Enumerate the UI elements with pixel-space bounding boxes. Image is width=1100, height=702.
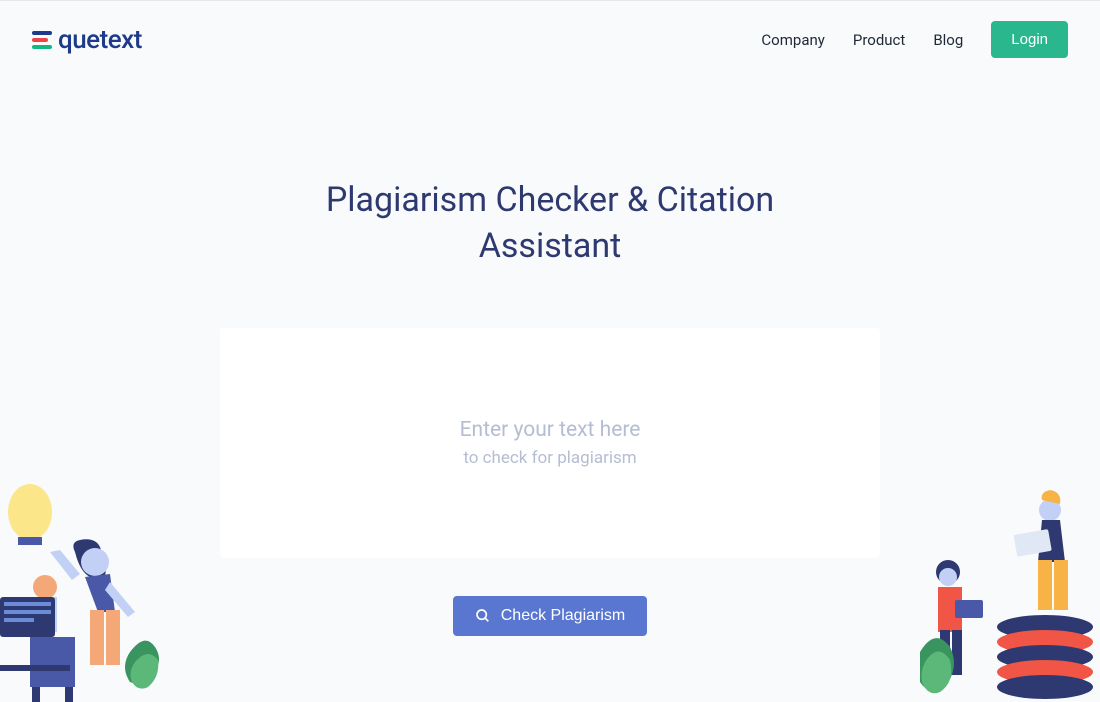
check-plagiarism-button[interactable]: Check Plagiarism xyxy=(453,596,647,636)
nav-blog[interactable]: Blog xyxy=(933,31,963,49)
nav-company[interactable]: Company xyxy=(761,31,824,49)
header: quetext Company Product Blog Login xyxy=(0,1,1100,78)
main-nav: Company Product Blog Login xyxy=(761,21,1068,58)
decorative-illustration-left xyxy=(0,482,180,702)
page-title: Plagiarism Checker & Citation Assistant xyxy=(300,178,800,270)
logo-icon xyxy=(32,31,52,49)
placeholder-line-1: Enter your text here xyxy=(460,418,641,442)
nav-product[interactable]: Product xyxy=(853,31,905,49)
logo-text: quetext xyxy=(58,25,142,55)
placeholder-line-2: to check for plagiarism xyxy=(463,448,636,468)
text-input-area[interactable]: Enter your text here to check for plagia… xyxy=(220,328,880,558)
login-button[interactable]: Login xyxy=(991,21,1068,58)
check-button-label: Check Plagiarism xyxy=(501,607,625,625)
decorative-illustration-right xyxy=(920,482,1100,702)
logo[interactable]: quetext xyxy=(32,25,142,55)
search-icon xyxy=(475,608,491,624)
